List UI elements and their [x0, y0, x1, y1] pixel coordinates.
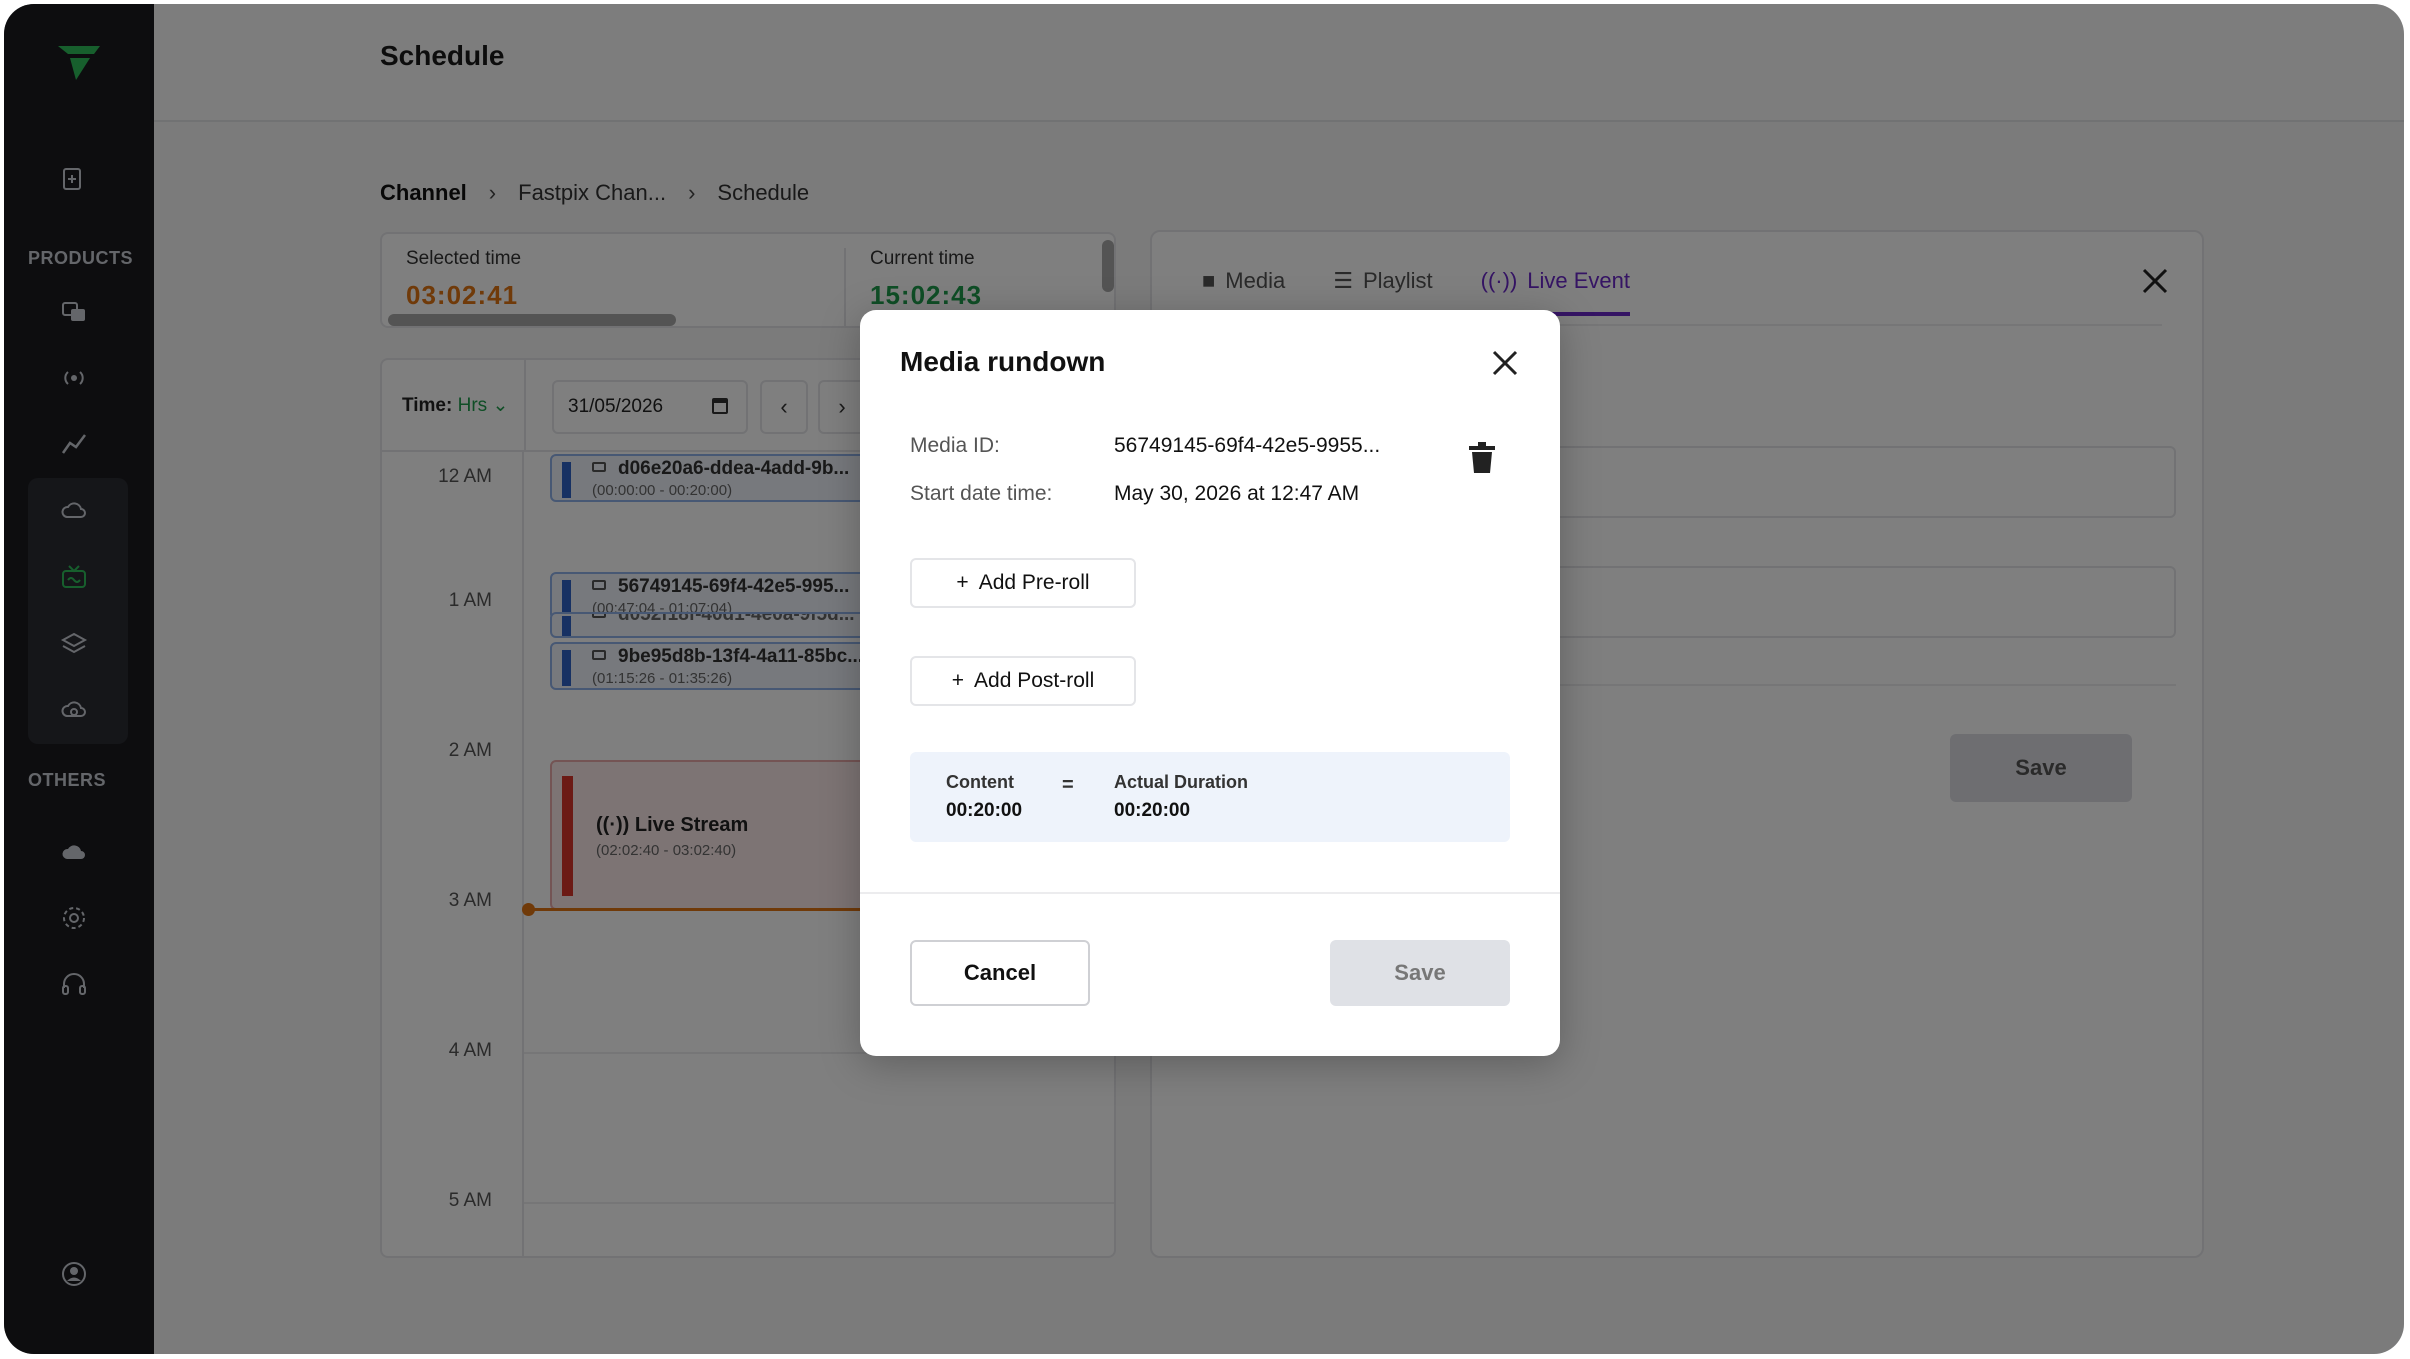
save-button[interactable]: Save — [1330, 940, 1510, 1006]
modal-title: Media rundown — [900, 346, 1106, 377]
content-value: 00:20:00 — [946, 800, 1023, 821]
add-postroll-button[interactable]: + Add Post-roll — [910, 656, 1136, 706]
add-preroll-label: Add Pre-roll — [978, 571, 1090, 594]
cancel-button[interactable]: Cancel — [910, 940, 1090, 1006]
add-preroll-button[interactable]: + Add Pre-roll — [910, 558, 1136, 608]
plus-icon: + — [956, 571, 969, 594]
content-label: Content — [946, 772, 1014, 792]
modal-divider — [860, 892, 1560, 894]
actual-duration-label: Actual Duration — [1114, 772, 1249, 792]
duration-summary: Content 00:20:00 = Actual Duration 00:20… — [910, 752, 1510, 842]
media-rundown-modal: Media rundown Media ID: 56749145-69f4-42… — [860, 310, 1560, 1056]
media-id-label: Media ID: — [910, 434, 1000, 457]
equals-sign: = — [1062, 774, 1074, 796]
media-id-value: 56749145-69f4-42e5-9955... — [1114, 434, 1381, 457]
trash-icon[interactable] — [1468, 442, 1496, 474]
app-window: PRODUCTS OTHERS — [4, 4, 2404, 1354]
close-icon[interactable] — [1490, 348, 1520, 378]
start-time-value: May 30, 2026 at 12:47 AM — [1114, 482, 1360, 505]
actual-duration-value: 00:20:00 — [1114, 800, 1191, 821]
add-postroll-label: Add Post-roll — [974, 669, 1095, 692]
start-time-label: Start date time: — [910, 482, 1053, 505]
plus-icon: + — [951, 669, 965, 692]
